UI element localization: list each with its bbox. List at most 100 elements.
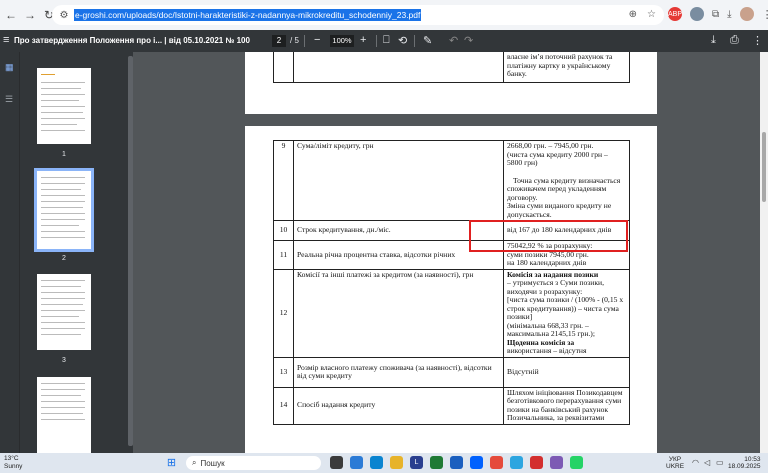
table-row: 12 Комісії та інші платежі за кредитом (… [273, 268, 630, 358]
clock-time: 10:53 [744, 456, 761, 463]
table-row: 13 Розмір власного платежу споживача (за… [273, 356, 630, 388]
row-number: 12 [273, 268, 294, 358]
row-label: Розмір власного платежу споживача (за на… [293, 356, 504, 388]
main-scrollbar[interactable] [760, 52, 768, 453]
file-explorer-icon[interactable] [390, 456, 403, 469]
cell-text: банку. [507, 69, 527, 78]
row-number: 13 [273, 356, 294, 388]
forward-icon[interactable]: → [22, 7, 38, 23]
thumbnails-icon[interactable]: ▦ [5, 62, 14, 73]
page-thumbnail-2[interactable] [34, 168, 94, 252]
document-title: Про затвердження Положення про і... | ві… [14, 36, 250, 45]
page-thumbnail-3[interactable] [37, 274, 91, 350]
edge-icon[interactable] [350, 456, 363, 469]
opera-icon[interactable] [530, 456, 543, 469]
download-pdf-icon[interactable]: ⤓ [711, 34, 716, 47]
excel-icon[interactable] [430, 456, 443, 469]
red-highlight-box [469, 220, 628, 252]
wifi-icon[interactable]: ◠ [692, 458, 699, 467]
table-row: 14 Спосіб надання кредиту Шляхом ініціюв… [273, 386, 630, 425]
word-icon[interactable] [450, 456, 463, 469]
row-label: Сума/ліміт кредиту, грн [293, 140, 504, 221]
page-total: / 5 [290, 36, 299, 45]
row-number: 9 [273, 140, 294, 221]
value-line: на 180 календарних днів [507, 258, 587, 267]
page-thumbnail-4[interactable] [37, 377, 91, 453]
page-number-input[interactable]: 2 [272, 35, 286, 47]
page-thumbnail-number: 1 [62, 151, 66, 158]
row-value: 2668,00 грн. – 7945,00 грн. (чиста сума … [503, 140, 630, 221]
rotate-icon[interactable]: ⟲ [398, 34, 407, 47]
row-number: 11 [273, 240, 294, 270]
scrollbar-thumb[interactable] [762, 132, 766, 202]
chrome-icon[interactable] [490, 456, 503, 469]
keyboard-layout: UKRE [666, 463, 685, 470]
row-number: 14 [273, 386, 294, 425]
print-icon[interactable]: ⎙ [730, 34, 739, 47]
battery-icon[interactable]: ▭ [716, 458, 724, 467]
value-line: допускається. [507, 209, 552, 219]
url-input[interactable]: ⚙ e-groshi.com/uploads/doc/Istotni-harak… [52, 5, 664, 25]
zoom-in-button[interactable]: + [360, 34, 366, 46]
row-number: 10 [273, 220, 294, 241]
row-value: Шляхом ініціювання Позикодавцем безготів… [503, 386, 630, 425]
browser-address-bar: ← → ↻ ⚙ e-groshi.com/uploads/doc/Istotni… [0, 0, 768, 30]
start-windows-icon[interactable]: ⊞ [165, 456, 178, 469]
weather-condition: Sunny [4, 463, 23, 470]
volume-icon[interactable]: ◁ [704, 458, 710, 467]
table-row: 9 Сума/ліміт кредиту, грн 2668,00 грн. –… [273, 140, 630, 221]
value-line: використання – відсутня [507, 346, 587, 355]
row-label: Комісії та інші платежі за кредитом (за … [293, 268, 504, 358]
menu-icon[interactable]: ⋮ [762, 8, 768, 21]
undo-icon[interactable]: ↶ [449, 34, 458, 47]
page-thumbnail-number: 3 [62, 357, 66, 364]
extension-icon[interactable] [690, 7, 704, 21]
fit-page-icon[interactable]: ⎕ [383, 34, 390, 47]
zoom-icon[interactable]: ⊕ [629, 9, 637, 20]
task-view-icon[interactable] [330, 456, 343, 469]
value-line: Позичальника, за реквізитами [507, 413, 605, 422]
pdf-viewer: власне ім’я поточний рахунок та платіжну… [133, 52, 768, 453]
store-icon[interactable] [370, 456, 383, 469]
annotate-icon[interactable]: ✎ [423, 34, 432, 47]
row-label: Спосіб надання кредиту [293, 386, 504, 425]
sidebar-strip: ▦ ☰ [0, 52, 20, 453]
pdf-toolbar: ≡ Про затвердження Положення про і... | … [0, 30, 768, 52]
search-placeholder: Пошук [200, 458, 225, 468]
page-thumbnail-number: 2 [62, 255, 66, 262]
whatsapp-icon[interactable] [570, 456, 583, 469]
zoom-out-button[interactable]: − [314, 34, 320, 46]
system-clock[interactable]: 10:53 18.09.2025 [728, 456, 761, 470]
windows-taskbar: 13°C Sunny ⊞ ⌕ Пошук L УКР UKRE ◠ ◁ ▭ 10… [0, 453, 768, 473]
redo-icon[interactable]: ↷ [464, 34, 473, 47]
adblock-extension-icon[interactable]: ABP [668, 7, 682, 21]
clock-date: 18.09.2025 [728, 463, 761, 470]
pdf-page-2: 9 Сума/ліміт кредиту, грн 2668,00 грн. –… [245, 126, 657, 453]
weather-temp: 13°C [4, 455, 19, 462]
page-thumbnail-1[interactable] [37, 68, 91, 144]
telegram-icon[interactable] [510, 456, 523, 469]
outline-icon[interactable]: ☰ [5, 94, 13, 105]
divider [304, 35, 305, 47]
previous-page-table: власне ім’я поточний рахунок та платіжну… [273, 52, 630, 83]
back-icon[interactable]: ← [3, 7, 19, 23]
language-code: УКР [668, 456, 682, 463]
dropbox-icon[interactable] [470, 456, 483, 469]
bookmark-star-icon[interactable]: ☆ [647, 9, 656, 20]
search-icon: ⌕ [192, 458, 197, 467]
profile-avatar[interactable] [739, 7, 754, 21]
sidebar-menu-icon[interactable]: ≡ [3, 34, 9, 46]
download-icon[interactable]: ⤓ [727, 9, 731, 20]
app-l-icon[interactable]: L [410, 456, 423, 469]
zoom-level-input[interactable]: 100% [330, 35, 354, 47]
taskbar-search[interactable]: ⌕ Пошук [186, 456, 321, 470]
pdf-page-1: власне ім’я поточний рахунок та платіжну… [245, 52, 657, 114]
weather-widget[interactable]: 13°C Sunny [4, 455, 22, 471]
more-actions-icon[interactable]: ⋮ [752, 34, 763, 47]
viber-icon[interactable] [550, 456, 563, 469]
site-info-icon[interactable]: ⚙ [58, 9, 70, 21]
value-line: 5800 грн) [507, 158, 538, 167]
language-indicator[interactable]: УКР UKRE [666, 456, 684, 470]
extensions-puzzle-icon[interactable]: ⧉ [712, 9, 719, 20]
row-value: Комісія за надання позики – утримується … [503, 268, 630, 358]
